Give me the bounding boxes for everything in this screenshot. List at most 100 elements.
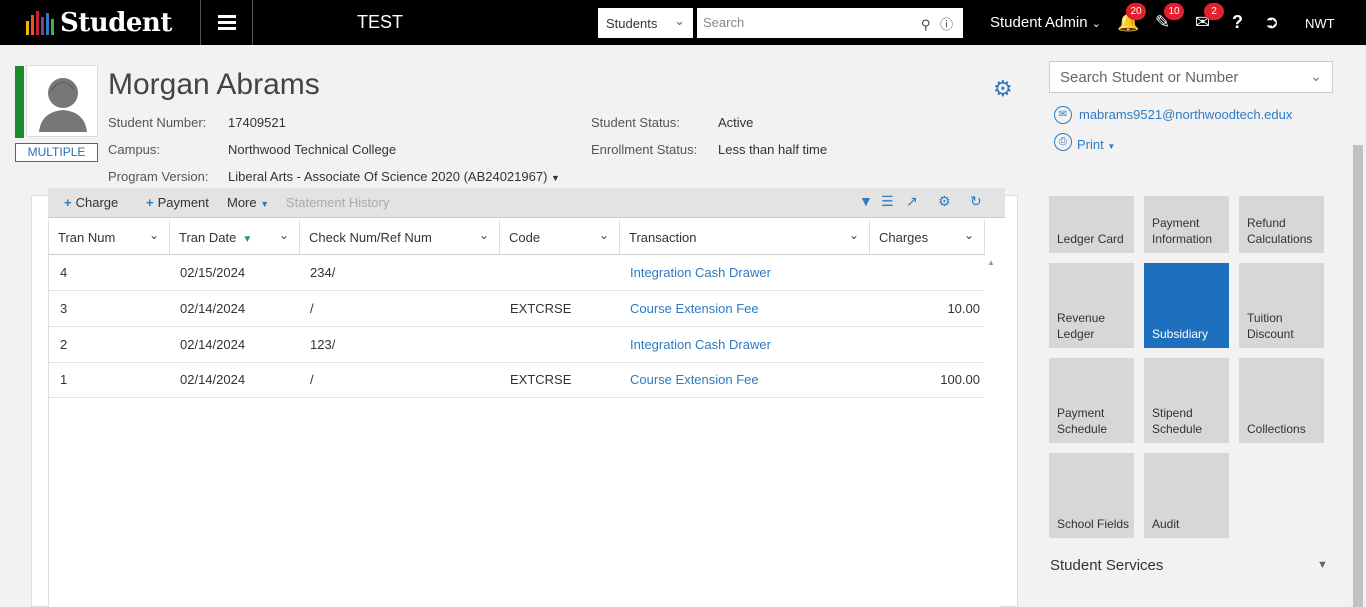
tile-label: Payment Schedule xyxy=(1057,405,1108,436)
messages-badge: 2 xyxy=(1204,3,1224,20)
column-title: Tran Date xyxy=(179,230,237,245)
tile-ledger-card[interactable]: Ledger Card xyxy=(1049,196,1134,253)
tile-subsidiary[interactable]: Subsidiary xyxy=(1144,263,1229,348)
program-version-value: Liberal Arts - Associate Of Science 2020… xyxy=(228,169,548,184)
chevron-down-icon[interactable]: ⌄ xyxy=(599,228,609,242)
search-placeholder: Search xyxy=(703,15,745,30)
column-header-code[interactable]: Code ⌄ xyxy=(500,220,620,255)
app-logo[interactable]: Student xyxy=(26,8,172,38)
tile-refund-calculations[interactable]: Refund Calculations xyxy=(1239,196,1324,253)
tile-stipend-schedule[interactable]: Stipend Schedule xyxy=(1144,358,1229,443)
tile-label: Audit xyxy=(1152,516,1180,531)
transaction-link[interactable]: Integration Cash Drawer xyxy=(630,337,771,352)
chevron-down-icon[interactable]: ⌄ xyxy=(849,228,859,242)
charge-label: Charge xyxy=(75,195,119,210)
tasks-badge: 10 xyxy=(1164,3,1184,20)
tran-date-cell: 02/14/2024 xyxy=(180,337,246,352)
settings-gear-icon[interactable]: ⚙ xyxy=(993,76,1013,102)
tile-label: Tuition Discount xyxy=(1247,310,1294,341)
multiple-badge[interactable]: MULTIPLE xyxy=(15,143,98,162)
caret-down-icon: ▼ xyxy=(260,199,270,209)
student-number-label: Student Number: xyxy=(108,115,207,130)
student-search-input[interactable]: Search Student or Number ⌄ xyxy=(1049,61,1333,93)
scroll-up-arrow-icon[interactable]: ▲ xyxy=(987,258,995,267)
tile-audit[interactable]: Audit xyxy=(1144,453,1229,538)
notifications-bell-icon[interactable]: 🔔 20 xyxy=(1117,3,1146,33)
column-header-transaction[interactable]: Transaction ⌄ xyxy=(620,220,870,255)
table-row[interactable]: 4 02/15/2024 234/ Integration Cash Drawe… xyxy=(49,255,985,291)
chevron-down-icon: ⌄ xyxy=(1091,18,1101,30)
divider xyxy=(200,0,201,45)
student-status-label: Student Status: xyxy=(591,115,680,130)
tran-num-cell: 3 xyxy=(60,301,68,316)
transaction-link[interactable]: Course Extension Fee xyxy=(630,301,759,316)
column-header-ref-num[interactable]: Check Num/Ref Num ⌄ xyxy=(300,220,500,255)
grid-settings-gear-icon[interactable]: ⚙ xyxy=(938,193,951,210)
program-version-label: Program Version: xyxy=(108,169,209,184)
student-services-section[interactable]: Student Services xyxy=(1050,557,1163,574)
filter-icon[interactable]: ▼ xyxy=(859,193,873,209)
table-row[interactable]: 2 02/14/2024 123/ Integration Cash Drawe… xyxy=(49,327,985,363)
search-icon[interactable]: ⚲ xyxy=(921,17,931,32)
menu-icon[interactable] xyxy=(218,15,236,33)
chevron-down-icon[interactable]: ⌄ xyxy=(479,228,489,242)
transaction-link[interactable]: Integration Cash Drawer xyxy=(630,265,771,280)
ref-num-cell: / xyxy=(310,372,314,387)
column-title: Check Num/Ref Num xyxy=(309,230,432,245)
tile-payment-schedule[interactable]: Payment Schedule xyxy=(1049,358,1134,443)
program-version-select[interactable]: Liberal Arts - Associate Of Science 2020… xyxy=(228,169,560,184)
column-header-tran-num[interactable]: Tran Num ⌄ xyxy=(49,220,170,255)
transaction-link[interactable]: Course Extension Fee xyxy=(630,372,759,387)
column-header-charges[interactable]: Charges ⌄ xyxy=(870,220,985,255)
payment-label: Payment xyxy=(157,195,209,210)
chevron-down-icon[interactable]: ⌄ xyxy=(964,228,974,242)
more-menu-button[interactable]: More ▼ xyxy=(227,195,269,210)
tile-label: School Fields xyxy=(1057,516,1130,531)
scrollbar-thumb[interactable] xyxy=(1353,145,1363,607)
tile-collections[interactable]: Collections xyxy=(1239,358,1324,443)
grid-toolbar: + Charge + Payment More ▼ Statement Histor… xyxy=(48,188,1005,218)
tile-revenue-ledger[interactable]: Revenue Ledger xyxy=(1049,263,1134,348)
user-menu[interactable]: Student Admin ⌄ xyxy=(990,14,1101,31)
global-search-input[interactable]: Search ⚲ ⓘ xyxy=(697,8,963,38)
campus-value: Northwood Technical College xyxy=(228,142,397,157)
statement-history-button[interactable]: Statement History xyxy=(286,195,389,210)
columns-list-icon[interactable]: ☰ xyxy=(881,193,894,210)
table-row[interactable]: 3 02/14/2024 / EXTCRSE Course Extension … xyxy=(49,291,985,327)
page-scrollbar[interactable] xyxy=(1350,45,1366,607)
tile-school-fields[interactable]: School Fields xyxy=(1049,453,1134,538)
tile-label: Refund Calculations xyxy=(1247,215,1313,246)
tran-num-cell: 1 xyxy=(60,372,68,387)
student-email-link[interactable]: mabrams9521@northwoodtech.edux xyxy=(1079,107,1292,122)
enrollment-status-label: Enrollment Status: xyxy=(591,142,698,157)
search-scope-select[interactable]: Students ⌄ xyxy=(598,8,693,38)
logout-icon[interactable]: ➲ xyxy=(1264,12,1279,33)
column-title: Code xyxy=(509,230,541,245)
info-icon[interactable]: ⓘ xyxy=(940,17,953,32)
help-icon[interactable]: ? xyxy=(1232,12,1243,33)
print-menu[interactable]: Print ▼ xyxy=(1077,137,1115,152)
tile-payment-information[interactable]: Payment Information xyxy=(1144,196,1229,253)
chevron-down-icon[interactable]: ⌄ xyxy=(149,228,159,242)
column-header-tran-date[interactable]: Tran Date ▼ ⌄ xyxy=(170,220,300,255)
tasks-icon[interactable]: ✎ 10 xyxy=(1155,3,1184,33)
tile-tuition-discount[interactable]: Tuition Discount xyxy=(1239,263,1324,348)
add-payment-button[interactable]: + Payment xyxy=(146,195,209,210)
add-charge-button[interactable]: + Charge xyxy=(64,195,118,210)
caret-down-icon[interactable]: ▼ xyxy=(1317,559,1328,571)
ref-num-cell: 123/ xyxy=(310,337,336,352)
printer-icon: ⎙ xyxy=(1054,133,1072,151)
grid-scrollbar[interactable]: ▲ xyxy=(984,255,999,607)
plus-icon: + xyxy=(64,195,72,210)
environment-label: TEST xyxy=(357,12,404,32)
student-status-value: Active xyxy=(718,115,754,130)
organization-code[interactable]: NWT xyxy=(1305,16,1335,31)
transactions-grid: Tran Num ⌄ Tran Date ▼ ⌄ Check Num/Ref Num ⌄… xyxy=(48,220,985,607)
messages-envelope-icon[interactable]: ✉ 2 xyxy=(1195,3,1224,33)
chevron-down-icon[interactable]: ⌄ xyxy=(279,228,289,242)
export-icon[interactable]: ↗ xyxy=(906,193,918,210)
divider xyxy=(252,0,253,45)
table-row[interactable]: 1 02/14/2024 / EXTCRSE Course Extension … xyxy=(49,362,985,398)
student-number-value: 17409521 xyxy=(228,115,286,130)
refresh-icon[interactable]: ↻ xyxy=(970,193,982,210)
